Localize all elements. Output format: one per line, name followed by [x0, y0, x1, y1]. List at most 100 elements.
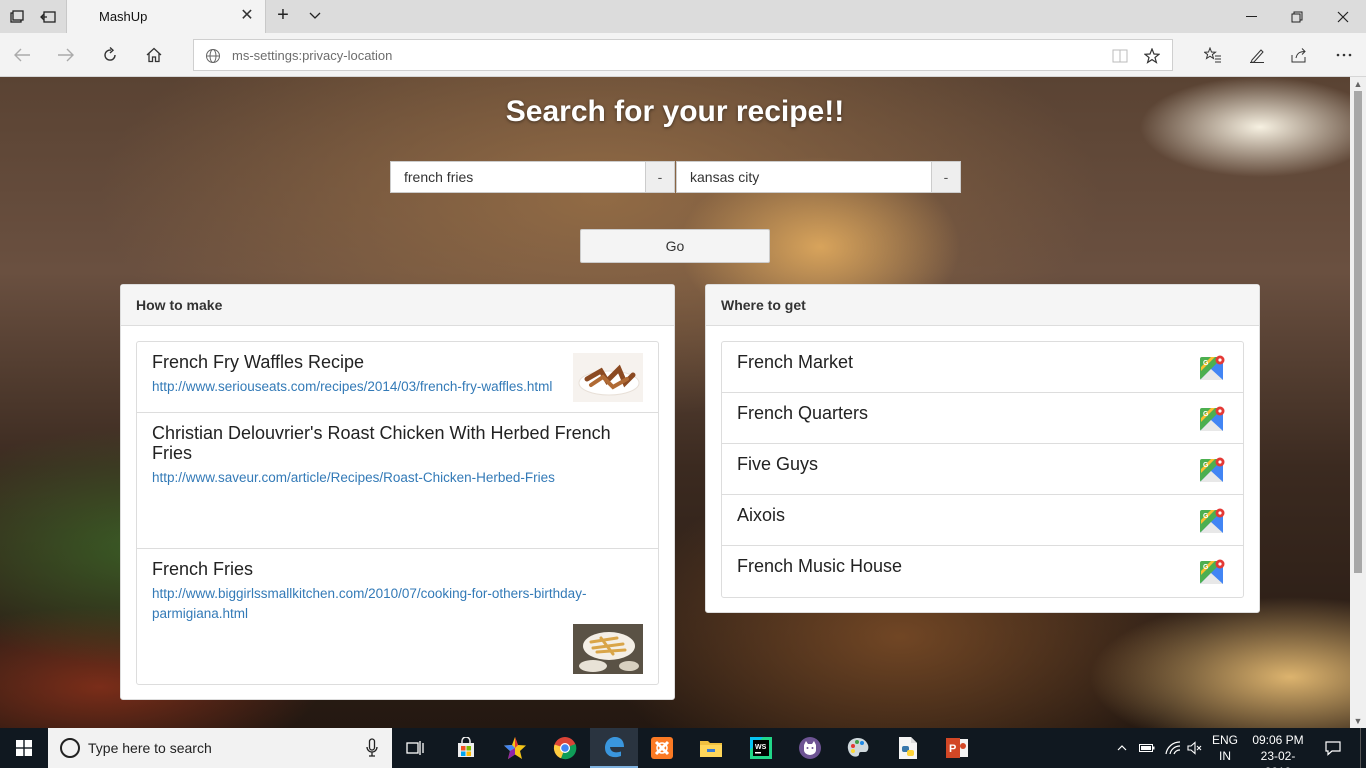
recipe-item[interactable]: Christian Delouvrier's Roast Chicken Wit…: [137, 413, 658, 549]
browser-tab-bar: MashUp ✕ +: [0, 0, 1366, 33]
place-name: French Market: [737, 352, 854, 372]
location-search-input[interactable]: [676, 161, 931, 193]
reading-view-icon[interactable]: [1110, 46, 1130, 66]
place-item[interactable]: Aixois G: [722, 495, 1243, 546]
globe-icon: [206, 49, 220, 63]
star-app-icon[interactable]: [491, 728, 539, 768]
scroll-down-icon[interactable]: ▼: [1353, 716, 1363, 726]
file-explorer-icon[interactable]: [687, 728, 735, 768]
place-list: French Market G French Quarters G Five G…: [721, 341, 1244, 598]
recipe-item[interactable]: French Fries http://www.biggirlssmallkit…: [137, 549, 658, 684]
forward-arrow-icon[interactable]: [52, 41, 80, 69]
wifi-icon[interactable]: [1162, 728, 1184, 768]
recipe-thumbnail: [573, 624, 643, 674]
url-text: ms-settings:privacy-location: [232, 48, 393, 63]
lang-region: IN: [1219, 749, 1231, 763]
recipe-link[interactable]: http://www.biggirlssmallkitchen.com/2010…: [152, 584, 643, 624]
webstorm-icon[interactable]: WS: [737, 728, 785, 768]
svg-text:G: G: [1203, 360, 1209, 367]
python-file-icon[interactable]: [884, 728, 932, 768]
home-icon[interactable]: [140, 41, 168, 69]
restore-button[interactable]: [1274, 0, 1320, 33]
tab-title: MashUp: [99, 9, 148, 24]
recipe-link[interactable]: http://www.saveur.com/article/Recipes/Ro…: [152, 468, 643, 488]
google-maps-icon[interactable]: G: [1199, 355, 1225, 381]
recipe-list: French Fry Waffles Recipe http://www.ser…: [136, 341, 659, 685]
place-name: French Music House: [737, 556, 903, 576]
recipe-title: French Fries: [152, 559, 254, 579]
tab-actions-icon[interactable]: [6, 6, 28, 28]
favorite-star-icon[interactable]: [1142, 46, 1162, 66]
google-maps-icon[interactable]: G: [1199, 559, 1225, 585]
panel-heading: Where to get: [706, 285, 1259, 326]
recipe-item[interactable]: French Fry Waffles Recipe http://www.ser…: [137, 342, 658, 413]
scroll-up-icon[interactable]: ▲: [1353, 79, 1363, 89]
chrome-icon[interactable]: [541, 728, 589, 768]
panel-heading: How to make: [121, 285, 674, 326]
place-item[interactable]: French Music House G: [722, 546, 1243, 597]
taskbar-search-placeholder: Type here to search: [88, 740, 212, 756]
google-maps-icon[interactable]: G: [1199, 406, 1225, 432]
clock-time: 09:06 PM: [1252, 733, 1304, 747]
chevron-up-icon[interactable]: [1114, 728, 1130, 768]
task-view-icon[interactable]: [392, 728, 440, 768]
refresh-icon[interactable]: [96, 41, 124, 69]
xampp-icon[interactable]: [638, 728, 686, 768]
cortana-circle-icon: [60, 738, 80, 758]
url-field[interactable]: ms-settings:privacy-location: [193, 39, 1173, 71]
tab-mashup[interactable]: MashUp ✕: [66, 0, 266, 33]
github-desktop-icon[interactable]: [786, 728, 834, 768]
recipe-title: French Fry Waffles Recipe: [152, 352, 365, 372]
store-icon[interactable]: [442, 728, 490, 768]
food-search-input[interactable]: [390, 161, 645, 193]
svg-text:P: P: [949, 743, 956, 755]
page-viewport: Search for your recipe!! - - Go How to m…: [0, 77, 1350, 728]
battery-icon[interactable]: [1136, 728, 1158, 768]
place-item[interactable]: French Quarters G: [722, 393, 1243, 444]
action-center-icon[interactable]: [1318, 728, 1348, 768]
place-name: Five Guys: [737, 454, 819, 474]
place-item[interactable]: French Market G: [722, 342, 1243, 393]
page-title: Search for your recipe!!: [505, 95, 845, 128]
close-window-button[interactable]: [1320, 0, 1366, 33]
show-desktop-button[interactable]: [1360, 728, 1366, 768]
chevron-down-icon[interactable]: [304, 5, 326, 27]
food-input-group: -: [390, 161, 675, 193]
page-scrollbar[interactable]: ▲ ▼: [1350, 77, 1366, 728]
svg-text:G: G: [1203, 564, 1209, 571]
google-maps-icon[interactable]: G: [1199, 457, 1225, 483]
svg-text:G: G: [1203, 462, 1209, 469]
address-bar: ms-settings:privacy-location: [0, 33, 1366, 77]
taskbar-clock[interactable]: 09:06 PM 23-02-2019: [1248, 732, 1308, 768]
scrollbar-thumb[interactable]: [1354, 91, 1362, 573]
svg-text:WS: WS: [755, 744, 767, 751]
minimize-button[interactable]: [1229, 0, 1275, 33]
location-input-group: -: [676, 161, 961, 193]
new-tab-icon[interactable]: +: [272, 5, 294, 27]
edge-icon[interactable]: [590, 728, 638, 768]
place-name: Aixois: [737, 505, 786, 525]
close-tab-icon[interactable]: ✕: [237, 6, 257, 26]
svg-text:G: G: [1203, 411, 1209, 418]
share-icon[interactable]: [1285, 41, 1313, 69]
more-options-icon[interactable]: [1330, 41, 1358, 69]
back-arrow-icon[interactable]: [8, 41, 36, 69]
recipe-link[interactable]: http://www.seriouseats.com/recipes/2014/…: [152, 377, 643, 397]
windows-start-button[interactable]: [0, 728, 48, 768]
where-to-get-panel: Where to get French Market G French Quar…: [705, 284, 1260, 613]
paint-palette-icon[interactable]: [834, 728, 882, 768]
google-maps-icon[interactable]: G: [1199, 508, 1225, 534]
volume-muted-icon[interactable]: [1184, 728, 1206, 768]
go-button[interactable]: Go: [580, 229, 770, 263]
windows-taskbar: Type here to search WS P ENG IN 09:06 PM…: [0, 728, 1366, 768]
favorites-hub-icon[interactable]: [1199, 41, 1227, 69]
input-language-indicator[interactable]: ENG IN: [1210, 732, 1240, 764]
set-tabs-aside-icon[interactable]: [37, 6, 59, 28]
place-item[interactable]: Five Guys G: [722, 444, 1243, 495]
pen-notes-icon[interactable]: [1243, 41, 1271, 69]
recipe-title: Christian Delouvrier's Roast Chicken Wit…: [152, 423, 611, 463]
microphone-icon[interactable]: [366, 738, 378, 758]
clock-date: 23-02-2019: [1260, 749, 1296, 768]
taskbar-search-box[interactable]: Type here to search: [48, 728, 392, 768]
powerpoint-icon[interactable]: P: [933, 728, 981, 768]
